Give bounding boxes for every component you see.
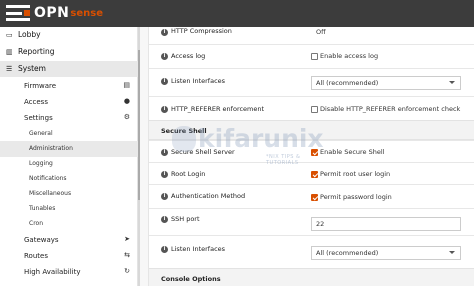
info-icon[interactable]: i: [161, 216, 168, 223]
access-log-checkbox[interactable]: [311, 53, 318, 60]
refresh-icon: ↻: [124, 267, 130, 275]
logo-mark-icon: [6, 5, 30, 21]
sidebar-item-settings[interactable]: Settings ⚙: [0, 110, 138, 126]
sidebar-item-label: Gateways: [24, 235, 59, 244]
info-icon[interactable]: i: [161, 78, 168, 85]
sidebar-scroll-thumb[interactable]: [138, 50, 140, 200]
permit-root-login-checkbox[interactable]: [311, 171, 318, 178]
sidebar-item-gateways[interactable]: Gateways ➤: [0, 232, 138, 248]
section-title: Console Options: [161, 275, 221, 283]
checkbox-label: Enable access log: [320, 52, 379, 60]
info-icon[interactable]: i: [161, 149, 168, 156]
info-icon[interactable]: i: [161, 53, 168, 60]
ssh-listen-interfaces-select[interactable]: All (recommended): [311, 246, 461, 260]
sidebar-item-access[interactable]: Access ●: [0, 94, 138, 110]
sidebar-item-label: Access: [24, 97, 48, 106]
laptop-icon: ▭: [6, 31, 13, 39]
sidebar-item-administration[interactable]: Administration: [0, 141, 138, 157]
ssh-listen-interfaces-row: i Listen Interfaces All (recommended): [149, 235, 474, 265]
sidebar-item-tunables[interactable]: Tunables: [0, 201, 138, 217]
sidebar-item-lobby[interactable]: ▭ Lobby: [0, 27, 138, 43]
server-icon: ☰: [6, 65, 13, 73]
ssh-port-row: i SSH port 22: [149, 208, 474, 235]
checkbox-label: Enable Secure Shell: [320, 148, 385, 156]
sidebar-item-routes[interactable]: Routes ⇆: [0, 248, 138, 264]
sidebar-item-label: Lobby: [18, 30, 41, 39]
sidebar-item-miscellaneous[interactable]: Miscellaneous: [0, 186, 138, 202]
permit-password-login-checkbox[interactable]: [311, 194, 318, 201]
sidebar-item-label: Administration: [29, 145, 73, 152]
sidebar-item-label: Tunables: [29, 205, 56, 212]
info-icon[interactable]: i: [161, 246, 168, 253]
listen-interfaces-row: i Listen Interfaces All (recommended): [149, 68, 474, 96]
http-compression-row: i HTTP Compression Off: [149, 21, 474, 43]
sidebar-item-label: System: [18, 64, 46, 73]
sidebar-item-notifications[interactable]: Notifications: [0, 171, 138, 187]
info-icon[interactable]: i: [161, 171, 168, 178]
sidebar-item-label: Logging: [29, 160, 53, 167]
row-label: Root Login: [171, 170, 206, 178]
http-referer-row: i HTTP_REFERER enforcement Disable HTTP_…: [149, 96, 474, 120]
chart-icon: ▥: [6, 48, 13, 56]
row-label: SSH port: [171, 215, 200, 223]
row-label: HTTP_REFERER enforcement: [171, 105, 265, 113]
sidebar-item-label: Settings: [24, 113, 53, 122]
listen-interfaces-select[interactable]: All (recommended): [311, 76, 461, 90]
checkbox-label: Disable HTTP_REFERER enforcement check: [320, 105, 461, 113]
section-title: Secure Shell: [161, 127, 207, 135]
input-value: 22: [316, 220, 325, 228]
select-value: All (recommended): [316, 249, 379, 257]
main-panel: i HTTP Compression Off i Access log Enab…: [148, 27, 474, 286]
sidebar-item-label: Routes: [24, 251, 48, 260]
checkbox-label: Permit root user login: [320, 170, 391, 178]
console-options-header: Console Options: [149, 268, 474, 286]
sidebar-item-label: High Availability: [24, 267, 81, 276]
ssh-server-row: i Secure Shell Server Enable Secure Shel…: [149, 140, 474, 162]
row-label: Listen Interfaces: [171, 245, 226, 253]
sidebar-item-reporting[interactable]: ▥ Reporting: [0, 44, 138, 60]
http-compression-select[interactable]: Off: [316, 28, 326, 36]
sidebar-item-firmware[interactable]: Firmware ▤: [0, 78, 138, 94]
sidebar-item-label: Miscellaneous: [29, 190, 72, 197]
sidebar-item-high-availability[interactable]: High Availability ↻: [0, 264, 138, 280]
sidebar-item-cron[interactable]: Cron: [0, 216, 138, 232]
info-icon[interactable]: i: [161, 106, 168, 113]
secure-shell-header: Secure Shell: [149, 120, 474, 140]
opnsense-logo[interactable]: OPN sense: [6, 4, 103, 22]
sidebar-item-label: Reporting: [18, 47, 55, 56]
authentication-method-row: i Authentication Method Permit password …: [149, 184, 474, 208]
caret-down-icon: [449, 251, 455, 254]
row-label: Listen Interfaces: [171, 77, 226, 85]
row-label: Secure Shell Server: [171, 148, 235, 156]
caret-down-icon: [449, 81, 455, 84]
archive-icon: ▤: [123, 81, 130, 89]
logo-text: OPN: [34, 5, 70, 21]
http-referer-checkbox[interactable]: [311, 106, 318, 113]
ssh-port-input[interactable]: 22: [311, 217, 461, 231]
users-icon: ●: [123, 97, 130, 105]
info-icon[interactable]: i: [161, 193, 168, 200]
access-log-row: i Access log Enable access log: [149, 44, 474, 68]
checkbox-label: Permit password login: [320, 193, 392, 201]
sidebar-item-general[interactable]: General: [0, 126, 138, 142]
sidebar-item-label: Notifications: [29, 175, 67, 182]
row-label: Access log: [171, 52, 206, 60]
enable-ssh-checkbox[interactable]: [311, 149, 318, 156]
row-label: HTTP Compression: [171, 27, 232, 35]
root-login-row: i Root Login Permit root user login: [149, 162, 474, 184]
sidebar-item-label: General: [29, 130, 53, 137]
sidebar-item-label: Cron: [29, 220, 43, 227]
signpost-icon: ⇆: [124, 251, 130, 259]
sidebar-item-logging[interactable]: Logging: [0, 156, 138, 172]
logo-sense-text: sense: [70, 7, 103, 19]
sidebar-item-system[interactable]: ☰ System: [0, 61, 138, 77]
sidebar-item-label: Firmware: [24, 81, 57, 90]
info-icon[interactable]: i: [161, 29, 168, 36]
location-arrow-icon: ➤: [124, 235, 130, 243]
sidebar: ▭ Lobby ▥ Reporting ☰ System Firmware ▤ …: [0, 27, 138, 286]
select-value: All (recommended): [316, 79, 379, 87]
row-label: Authentication Method: [171, 192, 246, 200]
cogs-icon: ⚙: [123, 113, 130, 121]
